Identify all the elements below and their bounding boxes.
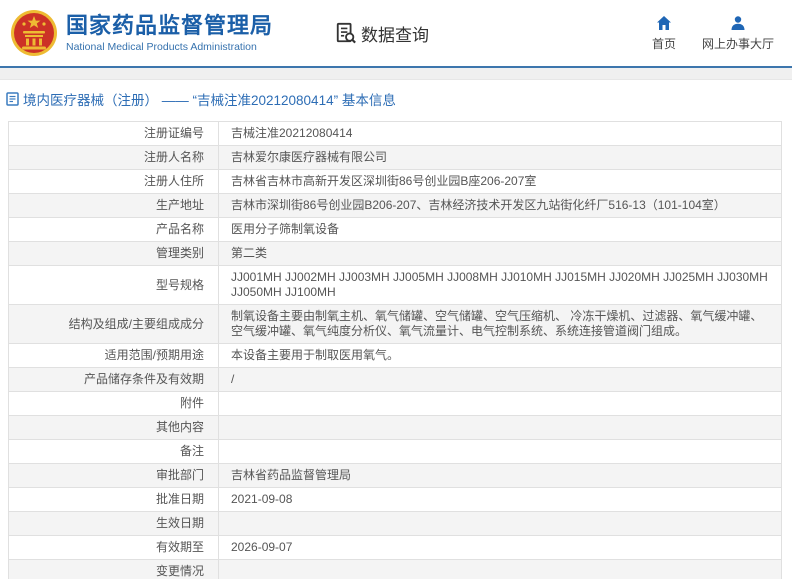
table-row: 审批部门吉林省药品监督管理局 <box>9 464 782 488</box>
row-label: 附件 <box>9 392 219 416</box>
table-row: 附件 <box>9 392 782 416</box>
registration-info-table: 注册证编号吉械注准20212080414注册人名称吉林爱尔康医疗器械有限公司注册… <box>8 121 782 579</box>
header-divider-band <box>0 68 792 80</box>
data-query-tab[interactable]: 数据查询 <box>335 21 429 46</box>
row-value <box>219 512 782 536</box>
row-value <box>219 392 782 416</box>
row-value: 吉林爱尔康医疗器械有限公司 <box>219 146 782 170</box>
row-label: 产品储存条件及有效期 <box>9 368 219 392</box>
row-label: 其他内容 <box>9 416 219 440</box>
table-row: 备注 <box>9 440 782 464</box>
table-row: 注册人名称吉林爱尔康医疗器械有限公司 <box>9 146 782 170</box>
row-label: 生效日期 <box>9 512 219 536</box>
row-label: 有效期至 <box>9 536 219 560</box>
home-icon <box>656 15 672 31</box>
nav-item-service-hall[interactable]: 网上办事大厅 <box>702 15 774 52</box>
table-row: 适用范围/预期用途本设备主要用于制取医用氧气。 <box>9 344 782 368</box>
row-label: 型号规格 <box>9 266 219 305</box>
row-value: 制氧设备主要由制氧主机、氧气储罐、空气储罐、空气压缩机、 冷冻干燥机、过滤器、氧… <box>219 305 782 344</box>
row-value: 吉械注准20212080414 <box>219 122 782 146</box>
site-header: 国家药品监督管理局 National Medical Products Admi… <box>0 0 792 68</box>
row-label: 结构及组成/主要组成成分 <box>9 305 219 344</box>
document-search-icon <box>335 22 357 44</box>
row-label: 变更情况 <box>9 560 219 579</box>
table-row: 型号规格JJ001MH JJ002MH JJ003MH JJ005MH JJ00… <box>9 266 782 305</box>
table-row: 有效期至2026-09-07 <box>9 536 782 560</box>
nav-item-home[interactable]: 首页 <box>652 15 676 52</box>
row-value <box>219 560 782 579</box>
row-value: 2026-09-07 <box>219 536 782 560</box>
row-label: 备注 <box>9 440 219 464</box>
row-label: 产品名称 <box>9 218 219 242</box>
header-nav: 首页 网上办事大厅 <box>652 15 774 52</box>
row-label: 管理类别 <box>9 242 219 266</box>
row-value: JJ001MH JJ002MH JJ003MH JJ005MH JJ008MH … <box>219 266 782 305</box>
site-subtitle: National Medical Products Administration <box>66 41 273 54</box>
row-label: 适用范围/预期用途 <box>9 344 219 368</box>
row-value: 医用分子筛制氧设备 <box>219 218 782 242</box>
row-value: 本设备主要用于制取医用氧气。 <box>219 344 782 368</box>
site-title: 国家药品监督管理局 <box>66 13 273 39</box>
document-icon <box>6 92 19 106</box>
table-row: 产品储存条件及有效期/ <box>9 368 782 392</box>
table-row: 产品名称医用分子筛制氧设备 <box>9 218 782 242</box>
brand: 国家药品监督管理局 National Medical Products Admi… <box>10 9 273 57</box>
row-label: 生产地址 <box>9 194 219 218</box>
national-emblem-logo <box>10 9 58 57</box>
table-row: 其他内容 <box>9 416 782 440</box>
row-label: 注册人住所 <box>9 170 219 194</box>
row-value <box>219 416 782 440</box>
row-value <box>219 440 782 464</box>
row-label: 审批部门 <box>9 464 219 488</box>
table-row: 结构及组成/主要组成成分制氧设备主要由制氧主机、氧气储罐、空气储罐、空气压缩机、… <box>9 305 782 344</box>
table-row: 注册人住所吉林省吉林市高新开发区深圳街86号创业园B座206-207室 <box>9 170 782 194</box>
row-label: 注册证编号 <box>9 122 219 146</box>
row-label: 注册人名称 <box>9 146 219 170</box>
user-icon <box>730 15 746 31</box>
row-value: 吉林省吉林市高新开发区深圳街86号创业园B座206-207室 <box>219 170 782 194</box>
row-value: 2021-09-08 <box>219 488 782 512</box>
data-query-label: 数据查询 <box>361 21 429 46</box>
table-row: 批准日期2021-09-08 <box>9 488 782 512</box>
table-row: 生产地址吉林市深圳街86号创业园B206-207、吉林经济技术开发区九站街化纤厂… <box>9 194 782 218</box>
row-value: / <box>219 368 782 392</box>
breadcrumb: 境内医疗器械（注册） —— “吉械注准20212080414” 基本信息 <box>0 80 792 117</box>
table-row: 注册证编号吉械注准20212080414 <box>9 122 782 146</box>
row-value: 第二类 <box>219 242 782 266</box>
table-row: 变更情况 <box>9 560 782 579</box>
nav-label-home: 首页 <box>652 35 676 52</box>
page-title: 境内医疗器械（注册） —— “吉械注准20212080414” 基本信息 <box>23 89 396 109</box>
row-value: 吉林市深圳街86号创业园B206-207、吉林经济技术开发区九站街化纤厂516-… <box>219 194 782 218</box>
table-row: 生效日期 <box>9 512 782 536</box>
info-table-body: 注册证编号吉械注准20212080414注册人名称吉林爱尔康医疗器械有限公司注册… <box>9 122 782 579</box>
row-value: 吉林省药品监督管理局 <box>219 464 782 488</box>
nav-label-service-hall: 网上办事大厅 <box>702 35 774 52</box>
row-label: 批准日期 <box>9 488 219 512</box>
table-row: 管理类别第二类 <box>9 242 782 266</box>
